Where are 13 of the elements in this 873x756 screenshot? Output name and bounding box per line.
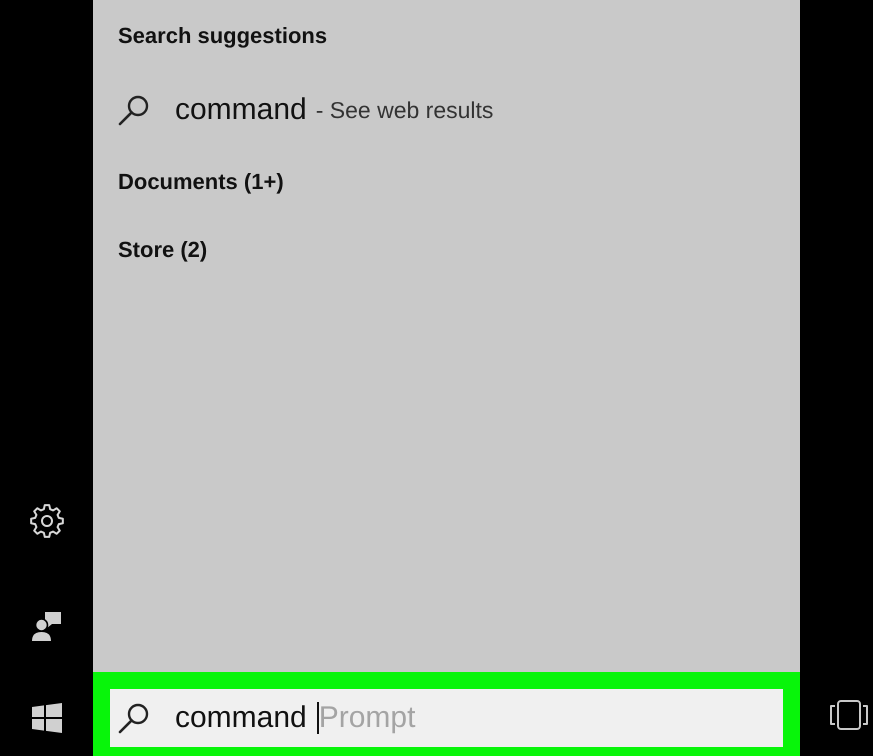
task-view-icon[interactable] bbox=[828, 699, 870, 731]
category-header[interactable]: Documents (1+) bbox=[118, 169, 284, 195]
section-heading: Search suggestions bbox=[118, 23, 328, 49]
search-field[interactable]: command Prompt bbox=[110, 689, 783, 747]
person-chat-icon[interactable] bbox=[30, 610, 62, 642]
category-header[interactable]: Store (2) bbox=[118, 237, 208, 263]
autocomplete-text: Prompt bbox=[318, 701, 416, 735]
settings-icon[interactable] bbox=[30, 504, 64, 538]
web-search-suggestion[interactable]: command - See web results bbox=[118, 93, 494, 127]
windows-start-icon[interactable] bbox=[30, 702, 62, 734]
search-icon bbox=[118, 702, 150, 734]
search-text: command bbox=[175, 701, 307, 735]
search-icon bbox=[118, 94, 150, 126]
